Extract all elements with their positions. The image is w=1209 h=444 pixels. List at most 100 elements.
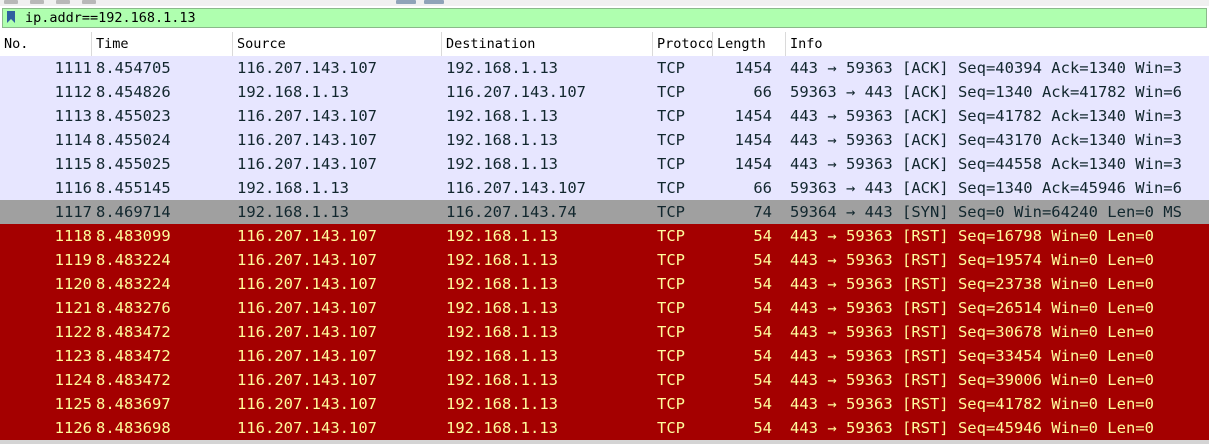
- bookmark-icon[interactable]: [7, 11, 15, 23]
- packet-time: 8.483099: [96, 227, 171, 245]
- packet-row[interactable]: 1121 8.483276 116.207.143.107 192.168.1.…: [0, 296, 1209, 320]
- packet-length: 54: [753, 371, 772, 389]
- packet-source: 192.168.1.13: [237, 179, 349, 197]
- packet-source: 116.207.143.107: [237, 299, 377, 317]
- packet-info: 443 → 59363 [RST] Seq=39006 Win=0 Len=0: [790, 371, 1154, 389]
- packet-destination: 192.168.1.13: [446, 155, 558, 173]
- packet-time: 8.483472: [96, 347, 171, 365]
- packet-protocol: TCP: [657, 227, 685, 245]
- packet-destination: 192.168.1.13: [446, 59, 558, 77]
- packet-time: 8.483698: [96, 419, 171, 437]
- packet-length: 54: [753, 275, 772, 293]
- packet-info: 443 → 59363 [ACK] Seq=44558 Ack=1340 Win…: [790, 155, 1182, 173]
- packet-number: 1111: [54, 59, 92, 77]
- packet-protocol: TCP: [657, 179, 685, 197]
- packet-row[interactable]: 1118 8.483099 116.207.143.107 192.168.1.…: [0, 224, 1209, 248]
- packet-length: 54: [753, 251, 772, 269]
- packet-source: 116.207.143.107: [237, 131, 377, 149]
- packet-row[interactable]: 1119 8.483224 116.207.143.107 192.168.1.…: [0, 248, 1209, 272]
- packet-destination: 116.207.143.107: [446, 179, 586, 197]
- horizontal-scrollbar[interactable]: [0, 440, 1209, 444]
- packet-number: 1126: [54, 419, 92, 437]
- column-header-source[interactable]: Source: [233, 32, 442, 56]
- packet-destination: 192.168.1.13: [446, 131, 558, 149]
- packet-info: 443 → 59363 [ACK] Seq=40394 Ack=1340 Win…: [790, 59, 1182, 77]
- packet-length: 66: [753, 83, 772, 101]
- column-header-length[interactable]: Length: [713, 32, 786, 56]
- display-filter-input[interactable]: ip.addr==192.168.1.13: [2, 8, 1207, 28]
- toolbar-button[interactable]: [424, 0, 444, 4]
- packet-info: 59363 → 443 [ACK] Seq=1340 Ack=45946 Win…: [790, 179, 1182, 197]
- packet-number: 1118: [54, 227, 92, 245]
- packet-number: 1114: [54, 131, 92, 149]
- packet-protocol: TCP: [657, 347, 685, 365]
- column-header-info[interactable]: Info: [786, 32, 1209, 56]
- packet-destination: 192.168.1.13: [446, 107, 558, 125]
- packet-length: 74: [753, 203, 772, 221]
- packet-info: 443 → 59363 [RST] Seq=45946 Win=0 Len=0: [790, 419, 1154, 437]
- packet-destination: 116.207.143.107: [446, 83, 586, 101]
- packet-time: 8.454826: [96, 83, 171, 101]
- packet-time: 8.455023: [96, 107, 171, 125]
- packet-row[interactable]: 1115 8.455025 116.207.143.107 192.168.1.…: [0, 152, 1209, 176]
- packet-destination: 192.168.1.13: [446, 395, 558, 413]
- toolbar-button[interactable]: [56, 0, 70, 4]
- packet-destination: 192.168.1.13: [446, 323, 558, 341]
- packet-row[interactable]: 1112 8.454826 192.168.1.13 116.207.143.1…: [0, 80, 1209, 104]
- packet-protocol: TCP: [657, 131, 685, 149]
- packet-row[interactable]: 1117 8.469714 192.168.1.13 116.207.143.7…: [0, 200, 1209, 224]
- column-header-no[interactable]: No.: [0, 32, 92, 56]
- packet-source: 116.207.143.107: [237, 371, 377, 389]
- packet-number: 1120: [54, 275, 92, 293]
- toolbar-button[interactable]: [30, 0, 44, 4]
- packet-destination: 192.168.1.13: [446, 275, 558, 293]
- packet-protocol: TCP: [657, 107, 685, 125]
- packet-time: 8.455145: [96, 179, 171, 197]
- packet-row[interactable]: 1114 8.455024 116.207.143.107 192.168.1.…: [0, 128, 1209, 152]
- packet-number: 1112: [54, 83, 92, 101]
- packet-number: 1122: [54, 323, 92, 341]
- packet-destination: 192.168.1.13: [446, 371, 558, 389]
- column-header-time[interactable]: Time: [92, 32, 233, 56]
- packet-row[interactable]: 1122 8.483472 116.207.143.107 192.168.1.…: [0, 320, 1209, 344]
- packet-info: 443 → 59363 [RST] Seq=30678 Win=0 Len=0: [790, 323, 1154, 341]
- packet-number: 1121: [54, 299, 92, 317]
- packet-length: 1454: [734, 59, 772, 77]
- column-header-destination[interactable]: Destination: [442, 32, 653, 56]
- packet-row[interactable]: 1125 8.483697 116.207.143.107 192.168.1.…: [0, 392, 1209, 416]
- packet-time: 8.483697: [96, 395, 171, 413]
- packet-length: 54: [753, 323, 772, 341]
- packet-row[interactable]: 1111 8.454705 116.207.143.107 192.168.1.…: [0, 56, 1209, 80]
- packet-time: 8.454705: [96, 59, 171, 77]
- packet-row[interactable]: 1123 8.483472 116.207.143.107 192.168.1.…: [0, 344, 1209, 368]
- packet-protocol: TCP: [657, 251, 685, 269]
- packet-row[interactable]: 1124 8.483472 116.207.143.107 192.168.1.…: [0, 368, 1209, 392]
- packet-info: 443 → 59363 [RST] Seq=23738 Win=0 Len=0: [790, 275, 1154, 293]
- packet-time: 8.469714: [96, 203, 171, 221]
- packet-row[interactable]: 1120 8.483224 116.207.143.107 192.168.1.…: [0, 272, 1209, 296]
- toolbar-button[interactable]: [4, 0, 18, 4]
- packet-length: 54: [753, 227, 772, 245]
- toolbar-button[interactable]: [396, 0, 416, 4]
- packet-destination: 192.168.1.13: [446, 419, 558, 437]
- packet-source: 116.207.143.107: [237, 347, 377, 365]
- filter-expression: ip.addr==192.168.1.13: [25, 10, 196, 26]
- packet-number: 1119: [54, 251, 92, 269]
- packet-info: 443 → 59363 [ACK] Seq=43170 Ack=1340 Win…: [790, 131, 1182, 149]
- packet-row[interactable]: 1116 8.455145 192.168.1.13 116.207.143.1…: [0, 176, 1209, 200]
- packet-number: 1116: [54, 179, 92, 197]
- toolbar-button[interactable]: [82, 0, 96, 4]
- packet-info: 443 → 59363 [ACK] Seq=41782 Ack=1340 Win…: [790, 107, 1182, 125]
- column-header-protocol[interactable]: Protocol: [653, 32, 713, 56]
- packet-row[interactable]: 1113 8.455023 116.207.143.107 192.168.1.…: [0, 104, 1209, 128]
- packet-list: 1111 8.454705 116.207.143.107 192.168.1.…: [0, 56, 1209, 440]
- packet-protocol: TCP: [657, 203, 685, 221]
- packet-source: 116.207.143.107: [237, 395, 377, 413]
- packet-number: 1115: [54, 155, 92, 173]
- packet-length: 54: [753, 347, 772, 365]
- packet-length: 54: [753, 299, 772, 317]
- packet-row[interactable]: 1126 8.483698 116.207.143.107 192.168.1.…: [0, 416, 1209, 440]
- packet-length: 54: [753, 395, 772, 413]
- display-filter-bar: ip.addr==192.168.1.13: [0, 6, 1209, 30]
- packet-source: 116.207.143.107: [237, 323, 377, 341]
